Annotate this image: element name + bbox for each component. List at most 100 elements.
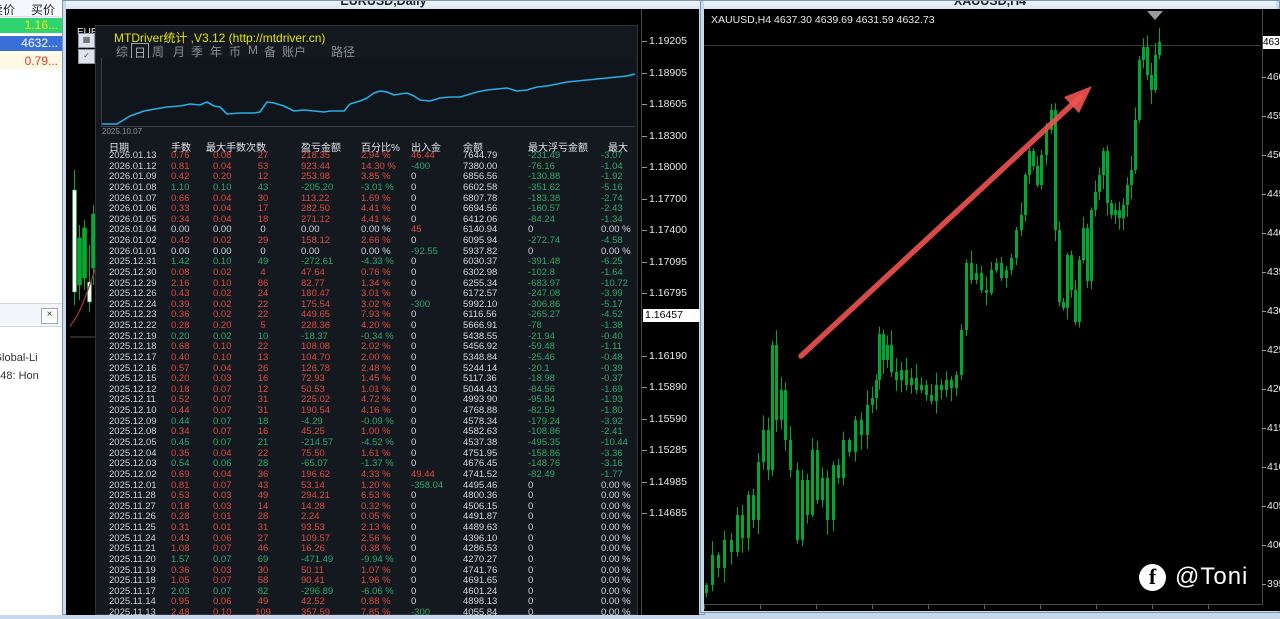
table-row[interactable]: 2026.01.12 0.81 0.04 53 923.44 14.30 % -400 738… <box>96 162 637 173</box>
market-watch-row[interactable]: 0.79... <box>0 54 62 69</box>
mtdriver-tab-M[interactable]: M <box>248 43 258 57</box>
cell-最大: 0.00 % <box>601 246 631 257</box>
price-scale-label: 4450 <box>1267 188 1280 200</box>
cell-手数: 2.48 <box>171 608 190 619</box>
cell-盈亏金额: 45.25 <box>301 427 325 438</box>
table-row[interactable]: 2025.12.31 1.42 0.10 49 -272.61 -4.33 % 0 6030.… <box>96 257 637 268</box>
cell-手数: 0.40 <box>171 352 190 363</box>
cell-最大: -2.43 <box>601 204 623 215</box>
table-row[interactable]: 2026.01.13 0.76 0.08 27 218.35 2.94 % 46.44 764… <box>96 151 637 162</box>
table-row[interactable]: 2025.11.25 0.31 0.01 31 93.53 2.13 % 0 4489.63 0… <box>96 523 637 534</box>
table-row[interactable]: 2026.01.08 1.10 0.10 43 -205.20 -3.01 % 0 6602.… <box>96 183 637 194</box>
cell-最大: -1.04 <box>601 161 623 172</box>
cell-日期: 2026.01.06 <box>109 204 157 215</box>
table-row[interactable]: 2025.11.13 2.48 0.10 109 357.59 7.85 % -300 405… <box>96 608 637 619</box>
table-row[interactable]: 2025.11.17 2.03 0.07 82 -296.89 -6.06 % 0 4601.… <box>96 587 637 598</box>
table-row[interactable]: 2025.12.29 2.16 0.10 86 82.77 1.34 % 0 6255.34 -… <box>96 279 637 290</box>
cell-最大手数: 0.20 <box>213 172 232 183</box>
chart-shift-triangle-icon[interactable] <box>1147 11 1163 20</box>
table-row[interactable]: 2025.12.30 0.08 0.02 4 47.64 0.76 % 0 6302.98 -1… <box>96 268 637 279</box>
cell-盈亏金额: 175.54 <box>301 299 331 310</box>
cell-手数: 0.57 <box>171 363 190 374</box>
cell-手数: 0.76 <box>171 151 190 161</box>
table-row[interactable]: 2025.11.28 0.53 0.03 49 294.21 6.53 % 0 4800.36… <box>96 491 637 502</box>
table-row[interactable]: 2025.12.02 0.69 0.04 36 196.62 4.33 % 49.44 474… <box>96 470 637 481</box>
cell-百分比%: -1.37 % <box>361 459 394 470</box>
cell-百分比%: 4.41 % <box>361 204 391 215</box>
table-row[interactable]: 2025.11.21 1.08 0.07 46 16.26 0.38 % 0 4286.53 0… <box>96 544 637 555</box>
table-row[interactable]: 2025.12.15 0.20 0.03 16 72.93 1.45 % 0 5117.36 -… <box>96 374 637 385</box>
table-row[interactable]: 2026.01.01 0.00 0.00 0 0.00 0.00 % -92.55 5937.… <box>96 247 637 258</box>
cell-最大手数: 0.07 <box>213 416 232 427</box>
table-row[interactable]: 2025.11.18 1.05 0.07 58 90.41 1.96 % 0 4691.65 0… <box>96 576 637 587</box>
cell-最大手数: 0.07 <box>213 554 232 565</box>
table-row[interactable]: 2025.12.19 0.20 0.02 10 -18.37 -0.34 % 0 5438.5… <box>96 332 637 343</box>
table-row[interactable]: 2026.01.04 0.00 0.00 0 0.00 0.00 % 45 6140.94 0 0… <box>96 225 637 236</box>
price-tick <box>642 387 647 388</box>
cell-次数: 69 <box>257 554 269 565</box>
cell-余额: 4768.88 <box>463 406 498 417</box>
cell-最大手数: 0.04 <box>213 204 232 215</box>
table-row[interactable]: 2025.12.18 0.68 0.10 22 108.08 2.02 % 0 5456.92… <box>96 342 637 353</box>
table-row[interactable]: 2025.11.26 0.28 0.01 28 2.24 0.05 % 0 4491.87 0 0… <box>96 512 637 523</box>
cell-盈亏金额: 50.53 <box>301 384 325 395</box>
cell-最大浮亏金额: -20.1 <box>528 363 550 374</box>
table-row[interactable]: 2025.12.22 0.28 0.20 5 228.36 4.20 % 0 5666.91 -… <box>96 321 637 332</box>
table-row[interactable]: 2025.12.24 0.39 0.02 22 175.54 3.02 % -300 5992… <box>96 300 637 311</box>
table-row[interactable]: 2026.01.06 0.33 0.04 17 282.50 4.41 % 0 6694.56… <box>96 204 637 215</box>
table-row[interactable]: 2026.01.02 0.42 0.02 29 158.12 2.66 % 0 6095.94… <box>96 236 637 247</box>
table-row[interactable]: 2025.12.16 0.57 0.04 26 126.78 2.48 % 0 5244.14… <box>96 364 637 375</box>
table-row[interactable]: 2025.12.09 0.44 0.07 18 -4.29 -0.09 % 0 4578.34… <box>96 417 637 428</box>
grid-icon[interactable]: ▦ <box>78 33 95 48</box>
cell-手数: 0.08 <box>171 267 190 278</box>
cell-次数: 86 <box>257 278 269 289</box>
close-icon[interactable]: × <box>41 308 58 324</box>
xauusd-chart-area[interactable]: XAUUSD,H4 4637.30 4639.69 4631.59 4632.7… <box>704 9 1280 611</box>
table-row[interactable]: 2025.12.08 0.34 0.07 16 45.25 1.00 % 0 4582.63 -… <box>96 427 637 438</box>
cell-出入金: 0 <box>411 342 417 353</box>
cell-百分比%: 0.38 % <box>361 544 391 555</box>
cell-出入金: 0 <box>411 204 417 215</box>
price-tick <box>642 450 647 451</box>
table-row[interactable]: 2026.01.07 0.66 0.04 30 113.22 1.69 % 0 6807.78… <box>96 194 637 205</box>
cell-最大手数: 0.02 <box>213 267 232 278</box>
cell-余额: 5937.82 <box>463 246 498 257</box>
cell-百分比%: 1.00 % <box>361 427 391 438</box>
eurusd-window-titlebar[interactable]: EURUSD,Daily <box>66 1 701 9</box>
table-row[interactable]: 2025.11.14 0.95 0.06 49 42.52 0.88 % 0 4898.13 0… <box>96 597 637 608</box>
table-row[interactable]: 2025.12.12 0.18 0.07 12 50.53 1.01 % 0 5044.43 -… <box>96 385 637 396</box>
cell-盈亏金额: 0.00 <box>301 246 320 257</box>
cell-盈亏金额: 294.21 <box>301 491 331 502</box>
table-row[interactable]: 2025.11.24 0.43 0.06 27 109.57 2.56 % 0 4396.10… <box>96 534 637 545</box>
cell-手数: 0.95 <box>171 597 190 608</box>
table-row[interactable]: 2025.12.03 0.54 0.06 28 -65.07 -1.37 % 0 4676.4… <box>96 459 637 470</box>
table-row[interactable]: 2026.01.05 0.34 0.04 18 271.12 4.41 % 0 6412.06… <box>96 215 637 226</box>
cell-日期: 2025.12.03 <box>109 459 157 470</box>
table-row[interactable]: 2025.12.05 0.45 0.07 21 -214.57 -4.52 % 0 4537.… <box>96 438 637 449</box>
xauusd-window-titlebar[interactable]: XAUUSD,H4 <box>704 1 1276 9</box>
table-row[interactable]: 2025.12.04 0.35 0.04 22 75.50 1.61 % 0 4751.95 -… <box>96 449 637 460</box>
table-row[interactable]: 2025.11.20 1.57 0.07 69 -471.49 -9.94 % 0 4270.… <box>96 555 637 566</box>
cell-最大: 0.00 % <box>601 523 631 534</box>
cell-次数: 58 <box>257 576 269 587</box>
table-row[interactable]: 2025.12.10 0.44 0.07 31 190.54 4.16 % 0 4768.88… <box>96 406 637 417</box>
cell-盈亏金额: 158.12 <box>301 236 331 247</box>
cell-最大: 0.00 % <box>601 480 631 491</box>
cell-出入金: 0 <box>411 586 417 597</box>
table-row[interactable]: 2025.11.27 0.18 0.03 14 14.28 0.32 % 0 4506.15 0… <box>96 502 637 513</box>
cell-最大手数: 0.02 <box>213 299 232 310</box>
market-watch-row[interactable]: 1.16... <box>0 18 62 33</box>
table-row[interactable]: 2025.12.11 0.52 0.07 31 225.02 4.72 % 0 4993.90… <box>96 395 637 406</box>
cell-出入金: 0 <box>411 554 417 565</box>
xauusd-chart-window[interactable]: XAUUSD,H4 XAUUSD,H4 4637.30 4639.69 4631… <box>700 0 1280 613</box>
table-row[interactable]: 2025.12.26 0.43 0.02 24 180.47 3.01 % 0 6172.57… <box>96 289 637 300</box>
market-watch-row[interactable]: 4632... <box>0 36 62 51</box>
table-row[interactable]: 2025.12.17 0.40 0.10 13 104.70 2.00 % 0 5348.84… <box>96 353 637 364</box>
table-row[interactable]: 2025.12.01 0.81 0.07 43 53.14 1.20 % -358.04 44… <box>96 481 637 492</box>
check-icon[interactable]: ✓ <box>78 49 95 64</box>
cell-百分比%: 1.34 % <box>361 278 391 289</box>
table-row[interactable]: 2025.11.19 0.36 0.03 30 50.11 1.07 % 0 4741.76 0… <box>96 566 637 577</box>
table-row[interactable]: 2025.12.23 0.36 0.02 22 449.65 7.93 % 0 6116.56… <box>96 310 637 321</box>
table-row[interactable]: 2026.01.09 0.42 0.20 12 253.98 3.85 % 0 6856.56… <box>96 172 637 183</box>
cell-百分比%: 1.01 % <box>361 384 391 395</box>
